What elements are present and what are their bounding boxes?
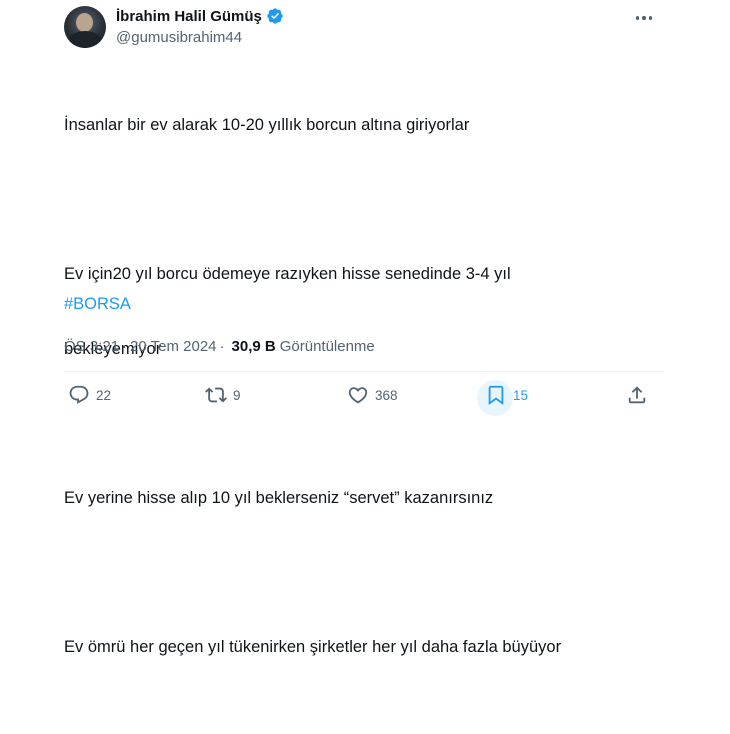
like-icon	[348, 387, 368, 404]
reply-icon	[69, 385, 89, 404]
hashtag-link[interactable]: #BORSA	[64, 295, 131, 314]
tweet-date[interactable]: 20 Tem 2024	[130, 338, 216, 355]
tweet-line: Ev için20 yıl borcu ödemeye razıyken his…	[64, 265, 511, 283]
meta-separator: ·	[122, 338, 128, 355]
retweet-button[interactable]: 9	[205, 384, 241, 406]
verified-badge-icon	[267, 8, 283, 24]
more-dot	[648, 16, 653, 20]
meta-separator: ·	[219, 338, 225, 355]
tweet-time[interactable]: ÖS 3:21	[64, 338, 119, 355]
reply-count: 22	[96, 387, 112, 403]
like-button[interactable]: 368	[347, 384, 398, 406]
tweet-line: Ev ömrü her geçen yıl tükenirken şirketl…	[64, 638, 562, 656]
tweet-line: Ev yerine hisse alıp 10 yıl beklerseniz …	[64, 489, 494, 507]
tweet-line: İnsanlar bir ev alarak 10-20 yıllık borc…	[64, 116, 470, 134]
share-button[interactable]	[626, 384, 648, 406]
retweet-icon	[205, 387, 227, 403]
bookmark-button[interactable]: 15	[477, 380, 529, 416]
avatar-head	[76, 13, 93, 32]
author-name[interactable]: İbrahim Halil Gümüş	[116, 8, 262, 25]
like-count: 368	[375, 387, 398, 403]
avatar-body	[68, 31, 102, 48]
retweet-count: 9	[233, 387, 241, 403]
views-count: 30,9 B	[231, 338, 276, 355]
views-label: Görüntülenme	[279, 338, 375, 355]
reply-button[interactable]: 22	[68, 384, 111, 406]
more-options-icon[interactable]	[632, 8, 656, 28]
author-handle[interactable]: @gumusibrahim44	[116, 29, 242, 46]
tweet-paragraph: Ev yerine hisse alıp 10 yıl beklerseniz …	[64, 436, 664, 561]
tweet-paragraph: İnsanlar bir ev alarak 10-20 yıllık borc…	[64, 63, 664, 188]
tweet-paragraph: Ev için20 yıl borcu ödemeye razıyken his…	[64, 212, 664, 412]
tweet-meta: ÖS 3:21 · 20 Tem 2024 · 30,9 B Görüntüle…	[64, 338, 375, 355]
author-name-row: İbrahim Halil Gümüş	[116, 7, 284, 25]
action-bar: 22 9 368 15	[64, 380, 664, 416]
bookmark-count: 15	[513, 387, 529, 403]
divider	[64, 371, 664, 372]
share-icon	[628, 386, 646, 404]
more-dot	[642, 16, 646, 20]
avatar[interactable]	[64, 6, 106, 48]
tweet-paragraph: Ev ömrü her geçen yıl tükenirken şirketl…	[64, 585, 664, 710]
more-dot	[635, 16, 640, 20]
bookmark-icon	[488, 385, 504, 406]
